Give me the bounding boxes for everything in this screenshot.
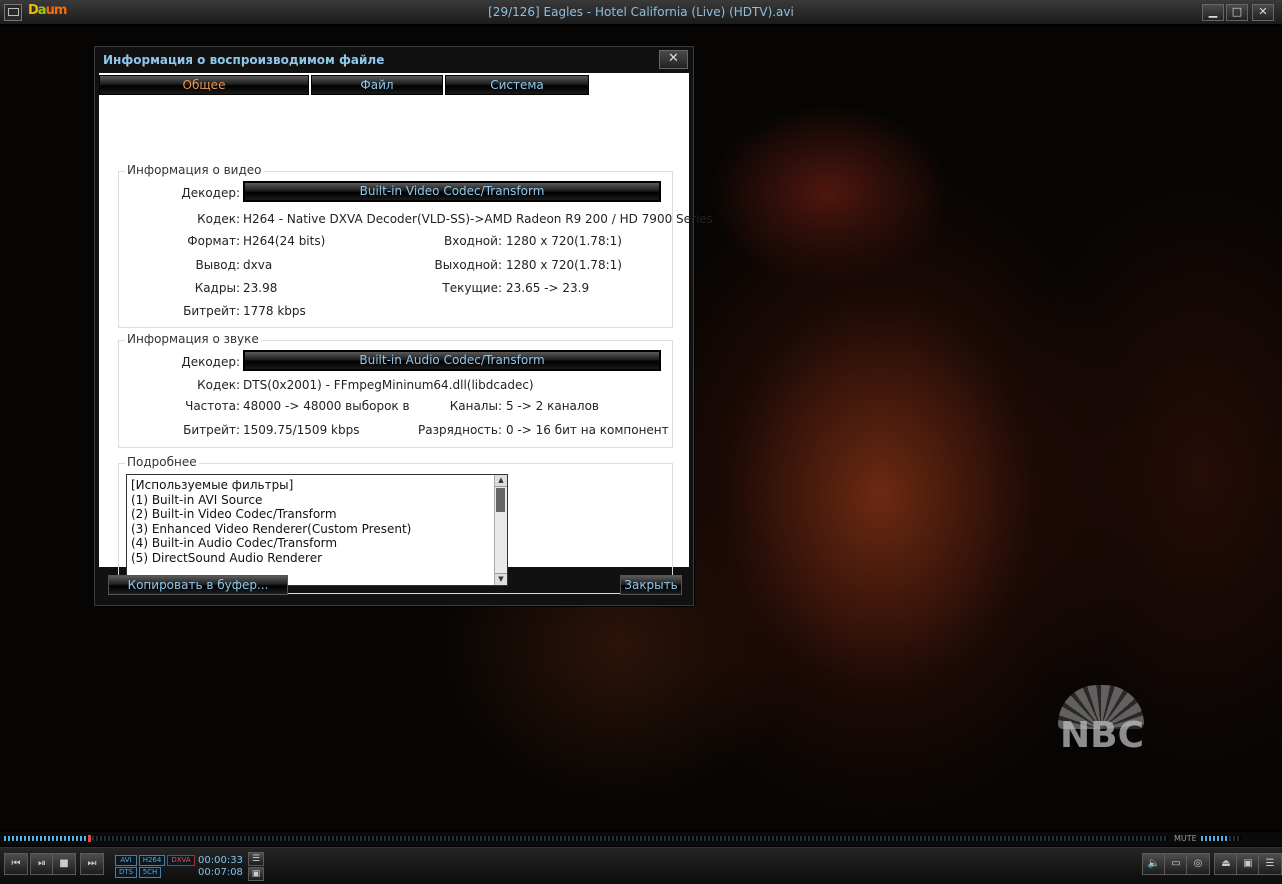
list-item: (2) Built-in Video Codec/Transform xyxy=(131,507,337,522)
tab-system[interactable]: Система xyxy=(445,75,589,95)
window-title: [29/126] Eagles - Hotel California (Live… xyxy=(488,5,794,19)
scroll-thumb[interactable] xyxy=(496,488,505,512)
video-info-group: Информация о видео Декодер: Built-in Vid… xyxy=(118,163,713,328)
eject-icon[interactable]: ⏏ xyxy=(1214,853,1238,875)
playlist-panel-icon[interactable]: ☰ xyxy=(1258,853,1282,875)
play-pause-icon[interactable]: ⏯ xyxy=(30,853,54,875)
listbox-scrollbar[interactable]: ▲ ▼ xyxy=(494,475,507,585)
mute-label[interactable]: MUTE xyxy=(1174,834,1197,843)
video-frames-value: 23.98 xyxy=(243,281,278,295)
maximize-button[interactable]: □ xyxy=(1226,4,1248,21)
video-input-label: Входной: xyxy=(443,234,502,248)
volume-slider[interactable] xyxy=(1201,836,1241,841)
list-item: (3) Enhanced Video Renderer(Custom Prese… xyxy=(131,521,412,536)
scroll-up-icon[interactable]: ▲ xyxy=(495,475,507,487)
video-codec-badge: H264 xyxy=(139,855,165,866)
audio-bitrate-label: Битрейт: xyxy=(183,423,240,437)
video-outres-value: 1280 x 720(1.78:1) xyxy=(506,258,622,272)
video-info-title: Информация о видео xyxy=(125,163,264,177)
video-bitrate-value: 1778 kbps xyxy=(243,304,306,318)
list-item: (4) Built-in Audio Codec/Transform xyxy=(131,536,338,551)
preferences-icon[interactable]: ▣ xyxy=(1236,853,1260,875)
close-window-button[interactable]: ✕ xyxy=(1252,4,1274,21)
seek-bar-area: MUTE xyxy=(0,832,1282,846)
video-codec-value: H264 - Native DXVA Decoder(VLD-SS)->AMD … xyxy=(243,212,713,226)
video-decoder-value: Built-in Video Codec/Transform xyxy=(243,181,661,202)
audio-decoder-value: Built-in Audio Codec/Transform xyxy=(243,350,661,371)
video-output-label: Вывод: xyxy=(195,258,240,272)
audio-channels-value: 5 -> 2 каналов xyxy=(506,399,599,413)
video-format-value: H264(24 bits) xyxy=(243,234,326,248)
video-decoder-label: Декодер: xyxy=(181,186,240,200)
audio-codec-badge: DTS xyxy=(115,867,137,878)
seek-position-marker[interactable] xyxy=(87,835,91,842)
stop-icon[interactable]: ■ xyxy=(52,853,76,875)
video-current-value: 23.65 -> 23.9 xyxy=(506,281,590,295)
copy-to-clipboard-button[interactable]: Копировать в буфер... xyxy=(108,575,288,595)
video-bitrate-label: Битрейт: xyxy=(183,304,240,318)
video-outres-label: Выходной: xyxy=(434,258,502,272)
container-badge: AVI xyxy=(115,855,137,866)
video-input-value: 1280 x 720(1.78:1) xyxy=(506,234,622,248)
channel-watermark: NBC xyxy=(1060,715,1144,756)
file-info-dialog: Информация о воспроизводимом файле ✕ Общ… xyxy=(94,46,713,606)
audio-channels-label: Каналы: xyxy=(449,399,502,413)
dialog-body: Общее Файл Система Информация о видео Де… xyxy=(99,73,713,594)
dialog-close-button[interactable]: ✕ xyxy=(659,50,688,69)
previous-icon[interactable]: ⏮ xyxy=(4,853,28,875)
audio-depth-value: 0 -> 16 бит на компонент xyxy=(506,423,669,437)
seek-progress xyxy=(4,836,88,841)
capture-icon[interactable]: ◎ xyxy=(1186,853,1210,875)
title-bar: Daum [29/126] Eagles - Hotel California … xyxy=(0,0,1282,25)
control-bar: ⏮ ⏯ ■ ⏭ AVI H264 DXVA DTS 5CH 00:00:33 0… xyxy=(0,847,1282,884)
speaker-icon[interactable]: 🔈 xyxy=(1142,853,1166,875)
video-codec-label: Кодек: xyxy=(197,212,240,226)
next-icon[interactable]: ⏭ xyxy=(80,853,104,875)
list-item: (1) Built-in AVI Source xyxy=(131,492,263,507)
settings-icon[interactable]: ▣ xyxy=(248,867,264,881)
current-time[interactable]: 00:00:33 xyxy=(198,855,243,866)
filters-list: [Используемые фильтры] (1) Built-in AVI … xyxy=(131,478,411,566)
audio-info-title: Информация о звуке xyxy=(125,332,261,346)
audio-freq-value: 48000 -> 48000 выборок в xyxy=(243,399,410,413)
dialog-close-bottom-button[interactable]: Закрыть xyxy=(620,575,682,595)
total-time[interactable]: 00:07:08 xyxy=(198,867,243,878)
details-title: Подробнее xyxy=(125,455,199,469)
list-item: [Используемые фильтры] xyxy=(131,478,294,492)
subtitle-icon[interactable]: ▭ xyxy=(1164,853,1188,875)
video-format-label: Формат: xyxy=(187,234,240,248)
dxva-badge: DXVA xyxy=(167,855,195,866)
list-item: (5) DirectSound Audio Renderer xyxy=(131,550,323,565)
video-frames-label: Кадры: xyxy=(194,281,240,295)
channels-badge: 5CH xyxy=(139,867,161,878)
video-current-label: Текущие: xyxy=(442,281,502,295)
dialog-title: Информация о воспроизводимом файле xyxy=(103,53,385,67)
filters-listbox[interactable]: [Используемые фильтры] (1) Built-in AVI … xyxy=(126,474,508,586)
audio-info-group: Информация о звуке Декодер: Built-in Aud… xyxy=(118,332,673,448)
audio-depth-label: Разрядность: xyxy=(418,423,502,437)
audio-codec-value: DTS(0x2001) - FFmpegMininum64.dll(libdca… xyxy=(243,378,534,392)
audio-codec-label: Кодек: xyxy=(197,378,240,392)
playlist-icon[interactable]: ☰ xyxy=(248,852,264,866)
minimize-button[interactable]: ▁ xyxy=(1202,4,1224,21)
audio-decoder-label: Декодер: xyxy=(181,355,240,369)
tab-general[interactable]: Общее xyxy=(99,75,309,95)
volume-level xyxy=(1201,836,1229,841)
video-output-value: dxva xyxy=(243,258,273,272)
tab-file[interactable]: Файл xyxy=(311,75,443,95)
audio-bitrate-value: 1509.75/1509 kbps xyxy=(243,423,360,437)
scroll-down-icon[interactable]: ▼ xyxy=(495,573,507,585)
seek-bar[interactable] xyxy=(4,835,1168,842)
audio-freq-label: Частота: xyxy=(185,399,240,413)
